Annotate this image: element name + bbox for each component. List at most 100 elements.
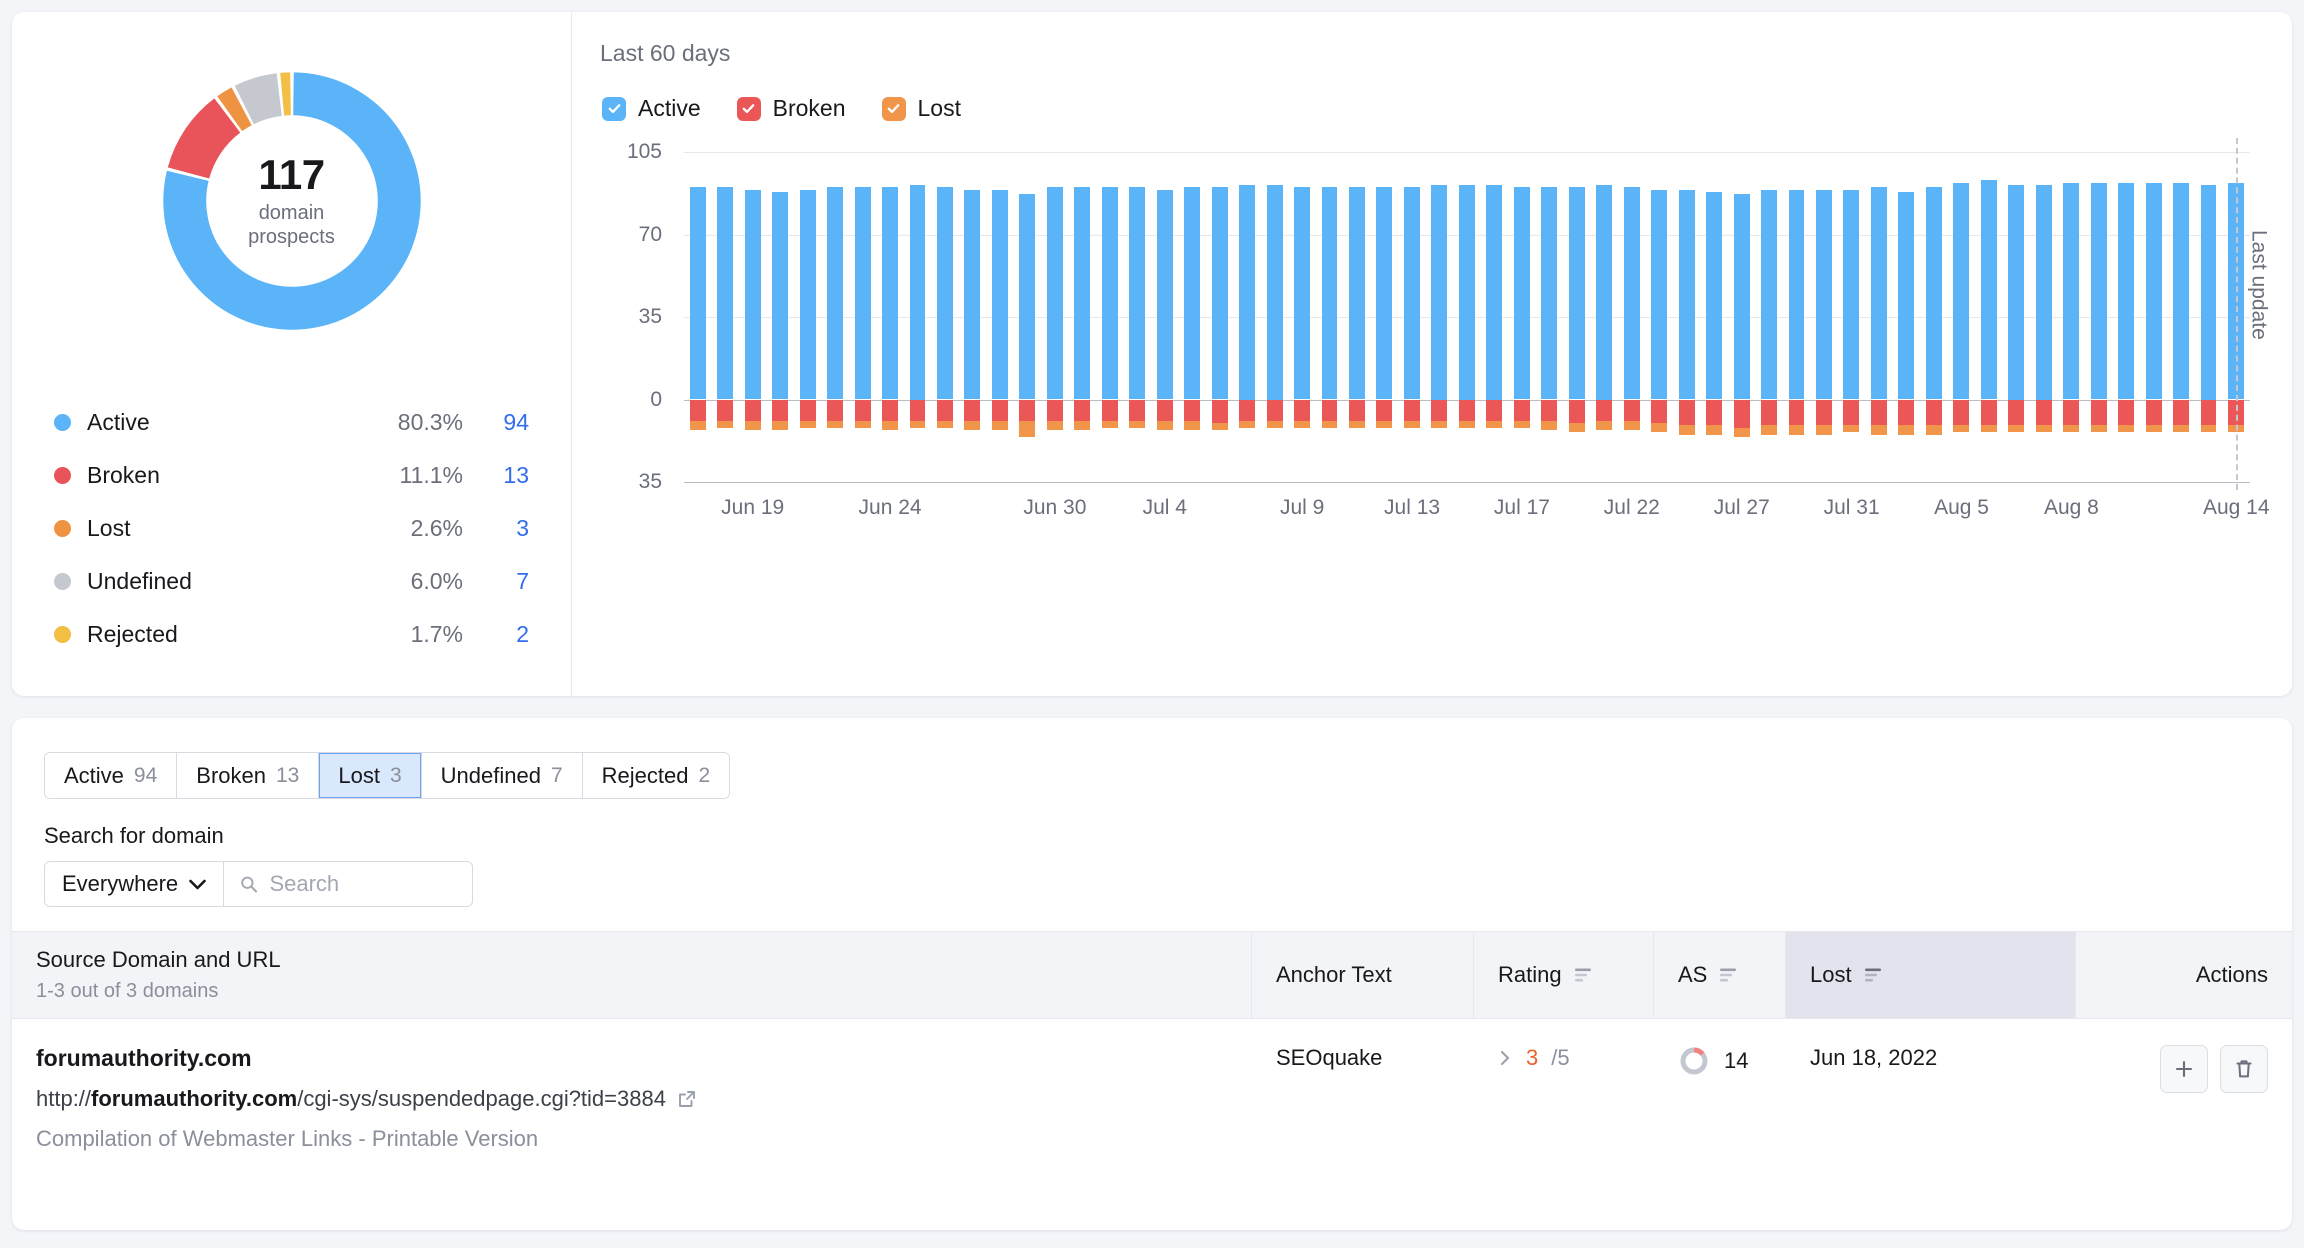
bar-slot[interactable]: [1288, 152, 1315, 482]
bar-slot[interactable]: [1810, 152, 1837, 482]
bar-slot[interactable]: [1975, 152, 2002, 482]
add-button[interactable]: [2160, 1045, 2208, 1093]
table-row[interactable]: forumauthority.com http://forumauthority…: [12, 1019, 2292, 1167]
bar-slot[interactable]: [1316, 152, 1343, 482]
bar-slot[interactable]: [1563, 152, 1590, 482]
bar-slot[interactable]: [959, 152, 986, 482]
bar-slot[interactable]: [2112, 152, 2139, 482]
bar-slot[interactable]: [1783, 152, 1810, 482]
bar-slot[interactable]: [1398, 152, 1425, 482]
status-filter-tabs[interactable]: Active 94 Broken 13 Lost 3 Undefined 7 Rejected 2: [44, 752, 731, 799]
checkbox-broken[interactable]: [736, 96, 761, 121]
bar-slot[interactable]: [876, 152, 903, 482]
bar-slot[interactable]: [1014, 152, 1041, 482]
bar-slot[interactable]: [1124, 152, 1151, 482]
scope-dropdown[interactable]: Everywhere: [45, 862, 225, 906]
bar-slot[interactable]: [1233, 152, 1260, 482]
sort-icon[interactable]: [1864, 967, 1883, 983]
url-host: forumauthority.com: [91, 1086, 298, 1111]
bar-slot[interactable]: [766, 152, 793, 482]
bar-slot[interactable]: [739, 152, 766, 482]
bar-slot[interactable]: [1865, 152, 1892, 482]
bar-slot[interactable]: [794, 152, 821, 482]
bar-slot[interactable]: [1261, 152, 1288, 482]
bar-slot[interactable]: [1700, 152, 1727, 482]
checkbox-active[interactable]: [602, 96, 626, 121]
bar-slot[interactable]: [1838, 152, 1865, 482]
legend-row-active[interactable]: Active 80.3% 94: [54, 396, 529, 449]
bar-slot[interactable]: [1673, 152, 1700, 482]
bar-slot[interactable]: [1426, 152, 1453, 482]
bar-slot[interactable]: [1178, 152, 1205, 482]
bar-stack: [1101, 152, 1118, 482]
bar-slot[interactable]: [1755, 152, 1782, 482]
tab-broken[interactable]: Broken 13: [177, 753, 320, 798]
legend-count[interactable]: 2: [463, 621, 529, 648]
bar-slot[interactable]: [1206, 152, 1233, 482]
bar-slot[interactable]: [1645, 152, 1672, 482]
bar-slot[interactable]: [1481, 152, 1508, 482]
bar-slot[interactable]: [711, 152, 738, 482]
bar-slot[interactable]: [1151, 152, 1178, 482]
legend-count[interactable]: 3: [463, 515, 529, 542]
bar-slot[interactable]: [1618, 152, 1645, 482]
legend-count[interactable]: 13: [463, 462, 529, 489]
search-box[interactable]: [224, 862, 472, 906]
bar-slot[interactable]: [821, 152, 848, 482]
sort-icon[interactable]: [1719, 967, 1738, 983]
legend-count[interactable]: 94: [463, 409, 529, 436]
legend-row-rejected[interactable]: Rejected 1.7% 2: [54, 608, 529, 661]
bar-slot[interactable]: [1948, 152, 1975, 482]
sort-icon[interactable]: [1574, 967, 1593, 983]
domain-name[interactable]: forumauthority.com: [36, 1045, 1228, 1072]
delete-button[interactable]: [2220, 1045, 2268, 1093]
bar-slot[interactable]: [1728, 152, 1755, 482]
bar-slot[interactable]: [904, 152, 931, 482]
series-toggle-broken[interactable]: Broken: [736, 95, 846, 122]
bar-slot[interactable]: [1893, 152, 1920, 482]
bar-slot[interactable]: [2140, 152, 2167, 482]
chevron-right-icon[interactable]: [1498, 1048, 1513, 1068]
bar-slot[interactable]: [1536, 152, 1563, 482]
bar-slot[interactable]: [1453, 152, 1480, 482]
series-toggle-lost[interactable]: Lost: [881, 95, 961, 122]
checkbox-lost[interactable]: [881, 96, 906, 121]
bar-slot[interactable]: [1041, 152, 1068, 482]
tab-lost[interactable]: Lost 3: [319, 753, 422, 798]
column-authority-score[interactable]: AS: [1654, 932, 1786, 1018]
bar-slot[interactable]: [2195, 152, 2222, 482]
bar-slot[interactable]: [931, 152, 958, 482]
search-input[interactable]: [269, 871, 457, 897]
legend-row-broken[interactable]: Broken 11.1% 13: [54, 449, 529, 502]
legend-count[interactable]: 7: [463, 568, 529, 595]
external-link-icon[interactable]: [677, 1089, 697, 1109]
column-lost[interactable]: Lost: [1786, 932, 2076, 1018]
column-rating[interactable]: Rating: [1474, 932, 1654, 1018]
bar-segment-active: [2173, 182, 2189, 400]
legend-row-undefined[interactable]: Undefined 6.0% 7: [54, 555, 529, 608]
bar-slot[interactable]: [684, 152, 711, 482]
bar-slot[interactable]: [1590, 152, 1617, 482]
bar-slot[interactable]: [2057, 152, 2084, 482]
bar-slot[interactable]: [2085, 152, 2112, 482]
bar-slot[interactable]: [1920, 152, 1947, 482]
bar-slot[interactable]: [1343, 152, 1370, 482]
bar-slot[interactable]: [2167, 152, 2194, 482]
bar-slot[interactable]: [1371, 152, 1398, 482]
bar-stack: [854, 152, 871, 482]
bar-slot[interactable]: [1069, 152, 1096, 482]
tab-rejected[interactable]: Rejected 2: [582, 753, 730, 798]
x-tick-label: Jul 13: [1384, 496, 1441, 519]
bar-slot[interactable]: [2003, 152, 2030, 482]
tab-undefined[interactable]: Undefined 7: [421, 753, 583, 798]
tab-label: Rejected: [601, 762, 689, 788]
series-toggle-active[interactable]: Active: [602, 95, 701, 122]
bar-slot[interactable]: [1508, 152, 1535, 482]
bar-slot[interactable]: [1096, 152, 1123, 482]
bar-slot[interactable]: [2030, 152, 2057, 482]
domain-url[interactable]: http://forumauthority.com/cgi-sys/suspen…: [36, 1086, 1228, 1112]
legend-row-lost[interactable]: Lost 2.6% 3: [54, 502, 529, 555]
bar-slot[interactable]: [986, 152, 1013, 482]
bar-slot[interactable]: [849, 152, 876, 482]
tab-active[interactable]: Active 94: [45, 753, 178, 798]
